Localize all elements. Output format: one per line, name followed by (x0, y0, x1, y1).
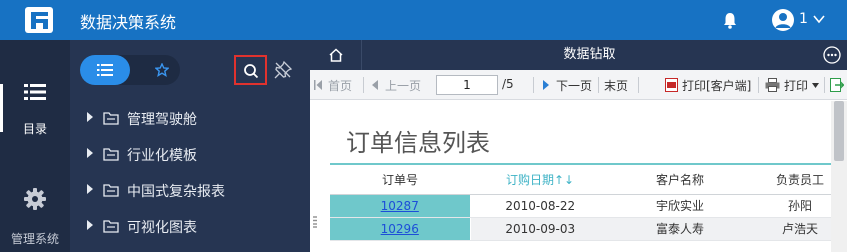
gear-icon (24, 188, 46, 210)
order-date-cell: 2010-09-03 (470, 217, 610, 241)
user-icon (775, 13, 791, 28)
star-icon (155, 63, 169, 77)
pdf-print-icon (665, 78, 678, 92)
nav-item-manage[interactable]: 管理系统 (0, 180, 70, 252)
top-header: 数据决策系统 1 (0, 0, 847, 40)
order-id-link[interactable]: 10296 (330, 217, 471, 241)
caret-right-icon[interactable] (86, 112, 94, 122)
order-id-link[interactable]: 10287 (330, 194, 471, 218)
folder-icon (103, 184, 119, 197)
employee-cell: 孙阳 (750, 194, 831, 218)
toolbar-divider (638, 77, 639, 93)
caret-right-icon[interactable] (86, 220, 94, 230)
nav-item-catalog[interactable]: 目录 (0, 72, 70, 142)
column-header-customer: 客户名称 (610, 163, 750, 195)
user-name[interactable]: 1 (799, 11, 808, 27)
prev-page-icon (372, 80, 378, 90)
tree-item-label: 可视化图表 (127, 220, 197, 236)
next-page-button[interactable]: 下一页 (556, 77, 592, 94)
nav-item-label: 管理系统 (10, 232, 59, 246)
tab-report[interactable]: 数据钻取 (362, 40, 817, 70)
toolbar-divider (824, 77, 825, 93)
tree-item-label: 管理驾驶舱 (127, 112, 197, 128)
vertical-scrollbar[interactable] (831, 101, 847, 252)
report-canvas: 订单信息列表 订单号 订购日期↑↓ 客户名称 负责员工 10287 2010-0… (310, 101, 831, 252)
print-client-button[interactable]: 打印[客户端] (682, 77, 751, 94)
more-icon (823, 46, 841, 64)
toolbar-divider (758, 77, 759, 93)
toolbar-divider (598, 77, 599, 93)
tree-item-label: 行业化模板 (127, 148, 197, 164)
page-number-input[interactable]: 1 (436, 75, 498, 95)
first-page-button[interactable]: 首页 (328, 77, 352, 94)
report-title: 订单信息列表 (346, 129, 490, 157)
employee-cell: 卢浩天 (750, 217, 831, 241)
order-date-cell: 2010-08-22 (470, 194, 610, 218)
order-table: 订单号 订购日期↑↓ 客户名称 负责员工 10287 2010-08-22 宇欣… (330, 163, 831, 241)
home-icon (329, 48, 343, 62)
view-toggle (80, 55, 180, 85)
directory-panel: 管理驾驶舱 行业化模板 中国式复杂报表 可视化图表 (70, 40, 310, 252)
pin-icon[interactable] (273, 60, 293, 80)
bell-icon[interactable] (722, 11, 738, 29)
folder-icon (103, 112, 119, 125)
search-icon (244, 64, 259, 79)
scrollbar-thumb[interactable] (834, 101, 844, 161)
tree-item[interactable]: 中国式复杂报表 (70, 172, 310, 208)
table-row: 10287 2010-08-22 宇欣实业 孙阳 (330, 194, 831, 218)
toolbar-divider (533, 77, 534, 93)
app-logo (25, 7, 53, 33)
tab-bar: 数据钻取 (310, 40, 847, 70)
print-button[interactable]: 打印 (784, 77, 808, 94)
folder-icon (103, 148, 119, 161)
more-tabs-button[interactable] (817, 40, 847, 70)
caret-right-icon[interactable] (86, 184, 94, 194)
export-icon[interactable] (830, 78, 844, 92)
caret-down-icon[interactable] (812, 83, 819, 88)
prev-page-button[interactable]: 上一页 (385, 77, 421, 94)
tree-item-label: 中国式复杂报表 (127, 184, 225, 200)
page-total: /5 (502, 77, 514, 91)
first-page-icon (314, 80, 322, 90)
column-header-order-date[interactable]: 订购日期↑↓ (470, 163, 610, 195)
drag-handle-icon[interactable] (313, 216, 317, 228)
column-header-employee: 负责员工 (750, 163, 831, 195)
left-nav: 目录 管理系统 (0, 40, 70, 252)
caret-right-icon[interactable] (86, 148, 94, 158)
next-page-icon (543, 80, 549, 90)
table-header-row: 订单号 订购日期↑↓ 客户名称 负责员工 (330, 163, 831, 195)
home-tab[interactable] (310, 40, 362, 70)
avatar[interactable] (772, 9, 794, 31)
customer-cell: 富泰人寿 (610, 217, 750, 241)
tree-item[interactable]: 行业化模板 (70, 136, 310, 172)
report-toolbar: 首页 上一页 1 /5 下一页 末页 打印[客户端] 打印 (310, 70, 847, 100)
last-page-button[interactable]: 末页 (604, 77, 628, 94)
printer-icon (765, 78, 780, 92)
customer-cell: 宇欣实业 (610, 194, 750, 218)
list-icon (24, 84, 46, 100)
chevron-down-icon[interactable] (813, 14, 825, 24)
search-button[interactable] (234, 55, 267, 85)
app-title: 数据决策系统 (80, 13, 177, 32)
favorites-button[interactable] (140, 55, 180, 85)
folder-icon (103, 220, 119, 233)
list-view-button[interactable] (80, 55, 130, 85)
nav-item-label: 目录 (22, 122, 47, 136)
toolbar-divider (363, 77, 364, 93)
tree-item[interactable]: 可视化图表 (70, 208, 310, 244)
list-icon (97, 64, 113, 76)
table-row: 10296 2010-09-03 富泰人寿 卢浩天 (330, 217, 831, 241)
tree-item[interactable]: 管理驾驶舱 (70, 100, 310, 136)
column-header-order-id: 订单号 (330, 163, 470, 195)
